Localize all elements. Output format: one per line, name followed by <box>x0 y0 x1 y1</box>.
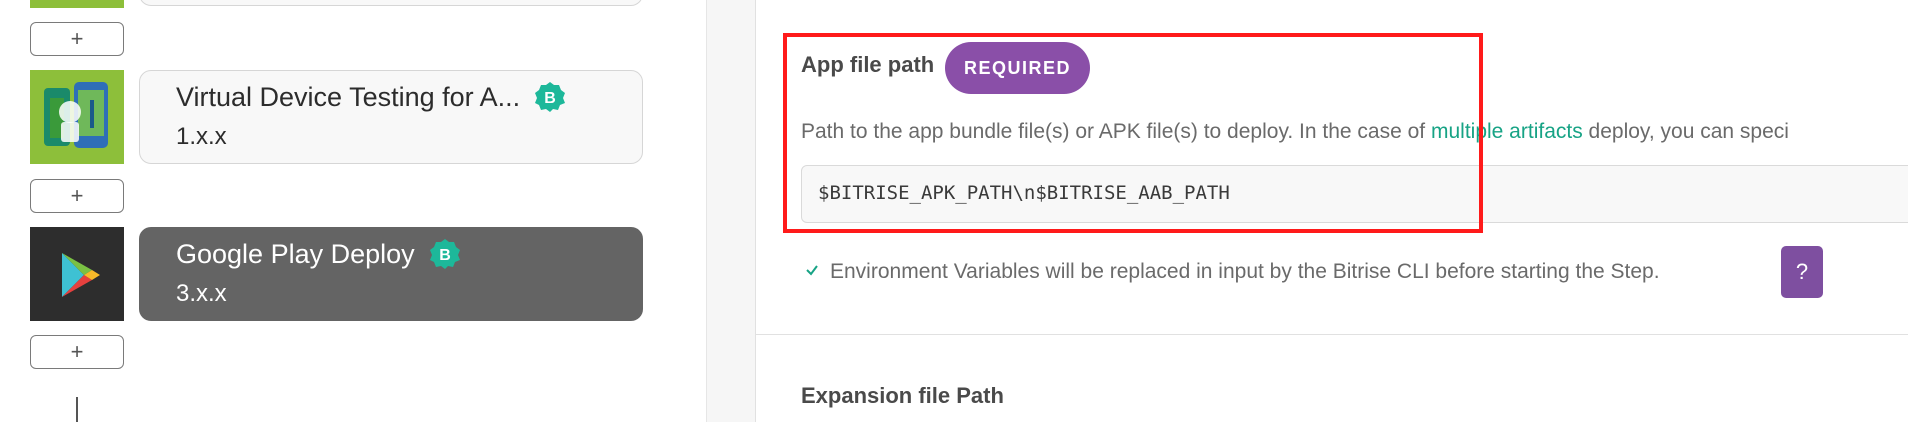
add-step-button[interactable]: + <box>30 335 124 369</box>
google-play-icon <box>30 227 124 321</box>
step-icon-partial <box>30 0 124 8</box>
android-device-icon <box>30 70 124 164</box>
step-version: 3.x.x <box>176 280 227 307</box>
section-divider <box>756 334 1908 335</box>
check-icon <box>804 262 820 278</box>
verified-badge-icon: B <box>429 238 461 270</box>
step-version: 1.x.x <box>176 123 227 150</box>
verified-badge-letter: B <box>439 247 451 264</box>
workflow-step-list: + Virtual Device Testing for A... B 1.x.… <box>0 0 706 422</box>
verified-badge-letter: B <box>544 90 556 107</box>
field-label-app-file-path: App file path <box>801 52 935 77</box>
description-text-rest: deploy, you can speci <box>1582 120 1789 143</box>
add-step-button[interactable]: + <box>30 179 124 213</box>
question-icon: ? <box>1795 259 1809 284</box>
step-card-virtual-device-testing[interactable]: Virtual Device Testing for A... B 1.x.x <box>139 70 643 164</box>
step-card-google-play-deploy[interactable]: Google Play Deploy B 3.x.x <box>139 227 643 321</box>
verified-badge-icon: B <box>534 81 566 113</box>
add-step-button[interactable]: + <box>30 22 124 56</box>
field-label-expansion-file-path: Expansion file Path <box>801 383 1004 408</box>
description-text: Path to the app bundle file(s) or APK fi… <box>801 120 1431 143</box>
env-vars-note: Environment Variables will be replaced i… <box>830 260 1660 283</box>
step-title-row: Google Play Deploy B <box>176 238 461 270</box>
plus-icon: + <box>70 339 84 364</box>
plus-icon: + <box>70 183 84 208</box>
plus-icon: + <box>70 26 84 51</box>
step-inputs-panel: App file path REQUIRED Path to the app b… <box>756 0 1908 422</box>
required-badge: REQUIRED <box>945 42 1090 94</box>
step-card-partial[interactable] <box>139 0 643 6</box>
workflow-connector-line <box>76 397 78 422</box>
step-title: Google Play Deploy <box>176 238 415 269</box>
app-file-path-input[interactable]: $BITRISE_APK_PATH\n$BITRISE_AAB_PATH <box>801 165 1908 223</box>
gutter-strip <box>707 0 755 422</box>
multiple-artifacts-link[interactable]: multiple artifacts <box>1431 120 1583 143</box>
step-title: Virtual Device Testing for A... <box>176 81 521 112</box>
field-description: Path to the app bundle file(s) or APK fi… <box>801 120 1789 144</box>
step-title-row: Virtual Device Testing for A... B <box>176 81 566 113</box>
app-root: + Virtual Device Testing for A... B 1.x.… <box>0 0 1908 422</box>
help-button[interactable]: ? <box>1781 246 1823 298</box>
